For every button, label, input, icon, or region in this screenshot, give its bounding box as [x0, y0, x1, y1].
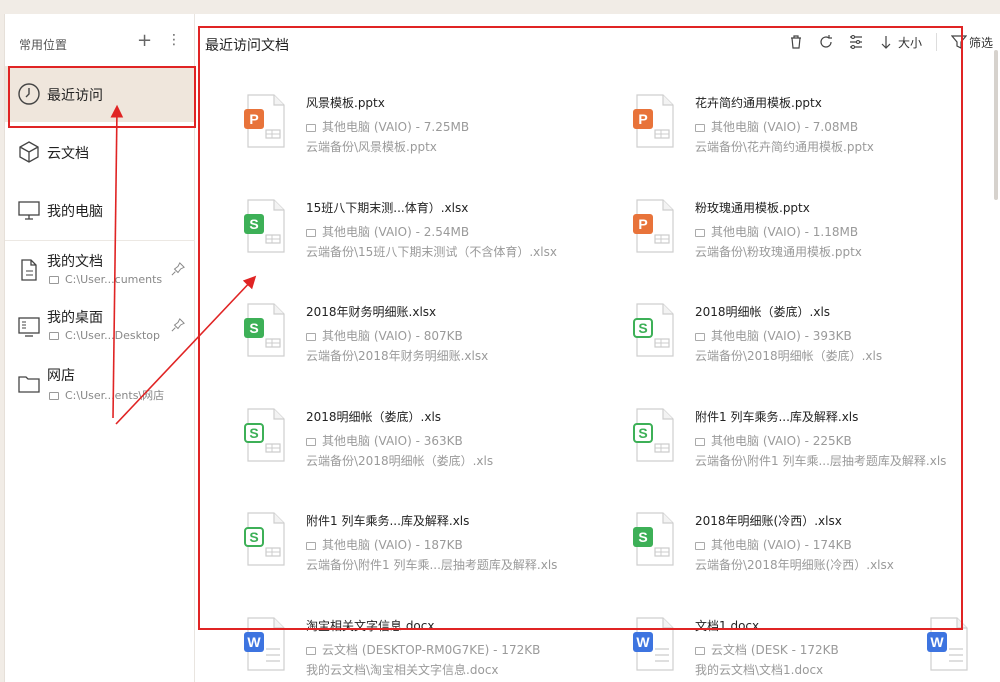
sidebar-item-my-desktop[interactable]: 我的桌面 C:\User...Desktop: [5, 298, 195, 354]
file-path: 我的云文档\淘宝相关文字信息.docx: [306, 662, 499, 677]
svg-text:W: W: [247, 634, 261, 650]
document-icon: [21, 259, 37, 281]
sidebar-item-label: 我的文档: [47, 254, 103, 270]
file-meta: 云文档 (DESKTOP-RM0G7KE) - 172KB: [306, 641, 540, 658]
sidebar-item-path-text: C:\User...Desktop: [65, 329, 161, 342]
file-meta-text: 云文档 (DESK - 172KB: [711, 642, 839, 657]
cloud-box-icon: [19, 141, 39, 163]
scrollbar[interactable]: [994, 50, 998, 200]
sidebar-item-label: 我的桌面: [47, 310, 103, 326]
computer-icon: [49, 276, 59, 284]
sidebar-item-label: 云文档: [47, 146, 89, 162]
more-icon[interactable]: ⋮: [167, 32, 181, 48]
pin-icon[interactable]: [171, 318, 185, 332]
sidebar-item-path: C:\User...cuments: [49, 273, 162, 286]
computer-icon: [49, 392, 59, 400]
highlight-box-files: [198, 26, 963, 630]
sidebar-item-cloud-docs[interactable]: 云文档: [5, 124, 195, 180]
sidebar-item-path: C:\User...ents\网店: [49, 387, 164, 403]
sidebar-item-path: C:\User...Desktop: [49, 329, 160, 342]
filter-label: 筛选: [968, 35, 993, 50]
svg-text:W: W: [636, 634, 650, 650]
sidebar-item-label: 网店: [47, 368, 75, 384]
sidebar-header: 常用位置: [19, 38, 68, 52]
computer-icon: [49, 332, 59, 340]
sidebar-divider: [5, 240, 195, 241]
computer-icon: [695, 646, 705, 655]
sidebar-item-path-text: C:\User...cuments: [65, 273, 163, 286]
plus-icon[interactable]: +: [137, 30, 152, 51]
file-meta-text: 云文档 (DESKTOP-RM0G7KE) - 172KB: [322, 642, 541, 657]
highlight-box-recent: [8, 66, 196, 128]
sidebar-item-path-text: C:\User...ents\网店: [65, 389, 165, 402]
computer-icon: [306, 646, 316, 655]
file-meta: 云文档 (DESK - 172KB: [695, 641, 839, 658]
file-path: 我的云文档\文档1.docx: [695, 662, 824, 677]
sidebar-item-my-documents[interactable]: 我的文档 C:\User...cuments: [5, 242, 195, 298]
monitor-icon: [18, 201, 40, 220]
pin-icon[interactable]: [171, 262, 185, 276]
sidebar-item-shop[interactable]: 网店 C:\User...ents\网店: [5, 356, 195, 412]
svg-text:W: W: [930, 634, 944, 650]
sidebar-item-my-computer[interactable]: 我的电脑: [5, 182, 195, 238]
desktop-icon: [18, 317, 40, 337]
folder-icon: [18, 376, 40, 393]
sidebar-item-label: 我的电脑: [47, 204, 103, 220]
